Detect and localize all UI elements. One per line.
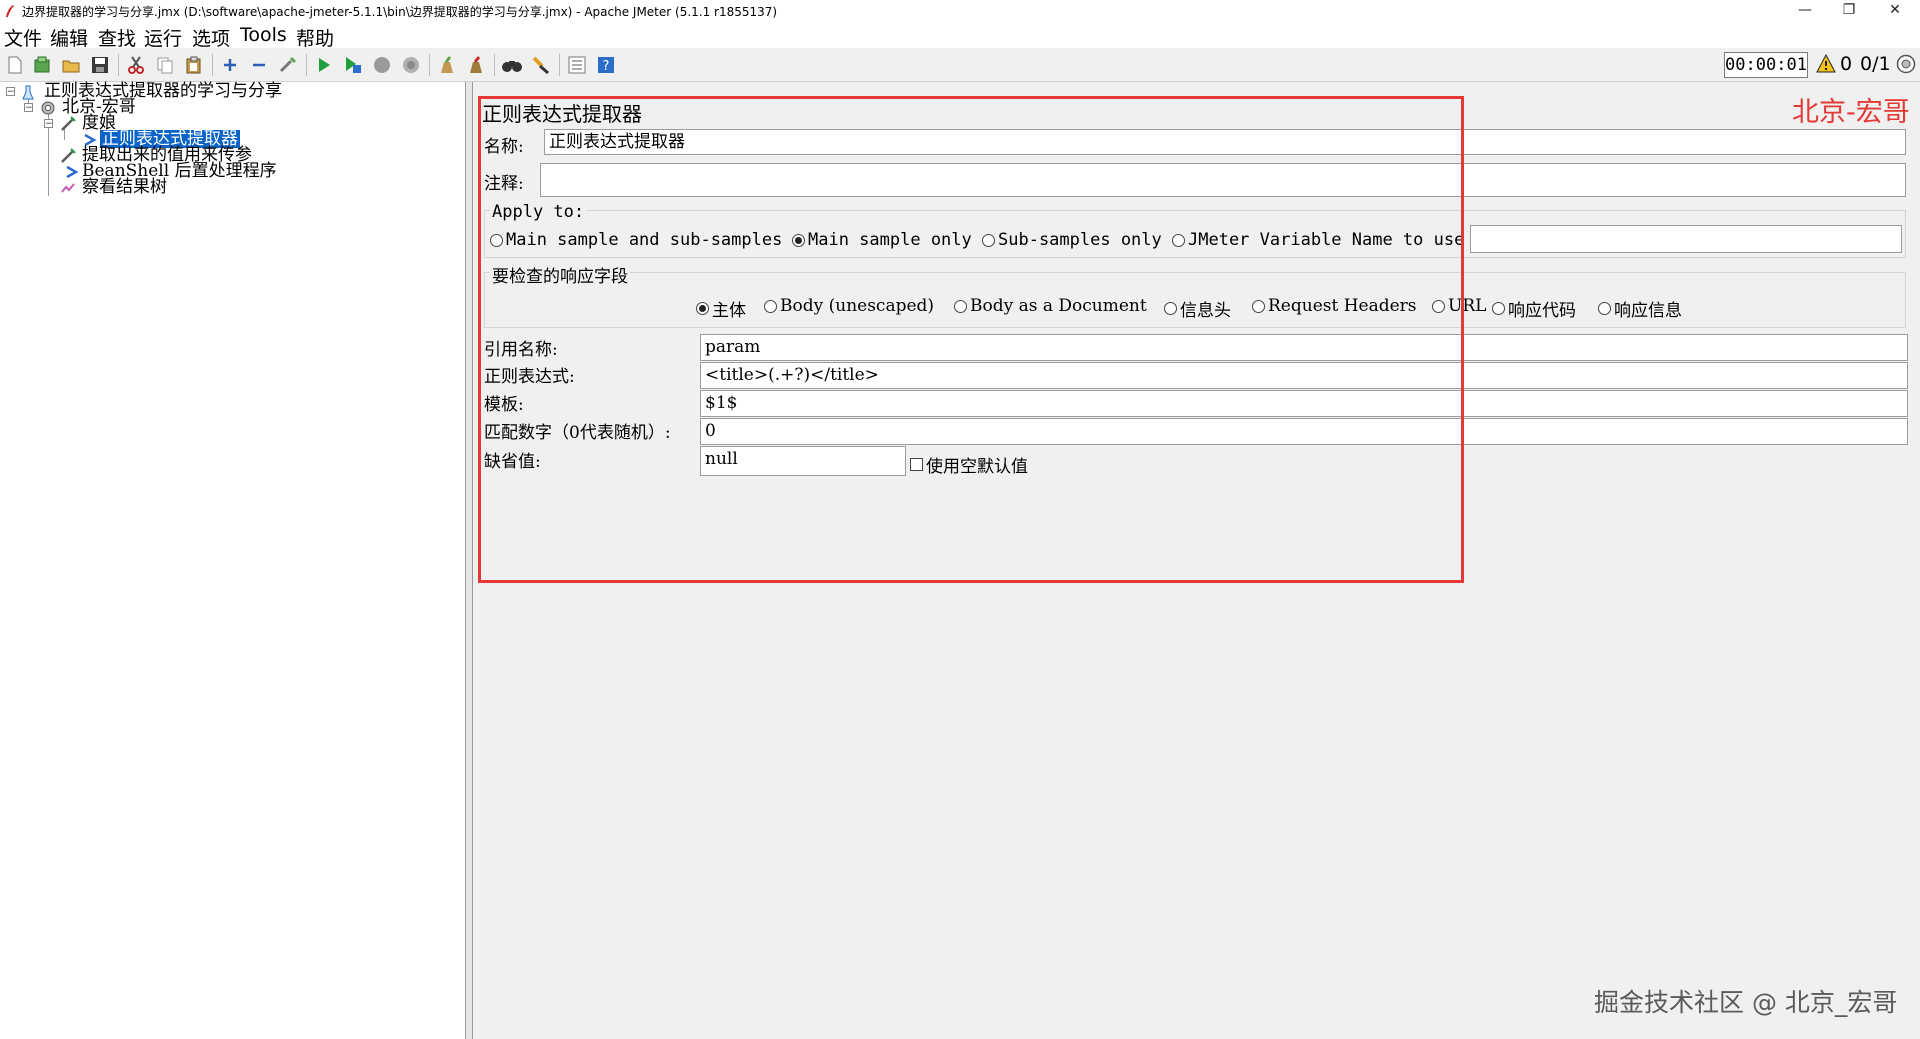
toggle-icon[interactable] <box>277 54 299 76</box>
highlight-annotation-box <box>478 96 1464 583</box>
listener-chart-icon <box>60 180 76 196</box>
templates-icon[interactable] <box>31 54 53 76</box>
http-sampler-pen-icon <box>60 148 76 164</box>
author-watermark-top: 北京-宏哥 <box>1792 97 1910 128</box>
function-helper-icon[interactable] <box>566 54 588 76</box>
menu-edit[interactable]: 编辑 <box>50 24 88 51</box>
start-icon[interactable] <box>313 54 335 76</box>
tree-expander[interactable]: − <box>44 119 53 129</box>
jmeter-variable-input[interactable] <box>1470 225 1902 253</box>
http-sampler-pen-icon <box>60 116 76 132</box>
jmeter-feather-icon <box>4 3 16 17</box>
remote-status-icon <box>1896 54 1916 74</box>
clear-all-icon[interactable] <box>465 54 487 76</box>
search-binoculars-icon[interactable] <box>501 54 523 76</box>
menu-search[interactable]: 查找 <box>98 24 136 51</box>
menu-bar <box>0 22 1920 48</box>
post-processor-arrow-icon <box>64 164 80 180</box>
field-response-message[interactable]: 响应信息 <box>1598 296 1682 321</box>
start-no-pauses-icon[interactable] <box>342 54 364 76</box>
close-button[interactable]: ✕ <box>1872 0 1918 22</box>
window-title: 边界提取器的学习与分享.jmx (D:\software\apache-jmet… <box>22 5 778 19</box>
test-plan-tree <box>0 82 466 1039</box>
copy-icon[interactable] <box>154 54 176 76</box>
svg-text:?: ? <box>603 59 610 74</box>
thread-count: 0/1 <box>1860 53 1891 75</box>
toolbar-separator <box>212 54 213 76</box>
toolbar-separator <box>494 54 495 76</box>
tree-item-view-results-tree[interactable]: 察看结果树 <box>82 178 167 196</box>
warning-count: 0 <box>1840 53 1853 75</box>
toolbar-separator <box>429 54 430 76</box>
menu-options[interactable]: 选项 <box>192 24 230 51</box>
toolbar-separator <box>306 54 307 76</box>
elapsed-timer: 00:00:01 <box>1724 52 1808 78</box>
help-icon[interactable]: ? <box>595 54 617 76</box>
shutdown-icon[interactable] <box>400 54 422 76</box>
toolbar-separator <box>118 54 119 76</box>
field-response-code[interactable]: 响应代码 <box>1492 296 1576 321</box>
expand-all-icon[interactable] <box>219 54 241 76</box>
menu-tools[interactable]: Tools <box>240 24 287 46</box>
menu-run[interactable]: 运行 <box>144 24 182 51</box>
minimize-button[interactable]: — <box>1782 0 1828 22</box>
warning-icon[interactable] <box>1816 53 1836 74</box>
restore-button[interactable]: ❐ <box>1826 0 1872 22</box>
tree-expander[interactable]: − <box>24 103 33 113</box>
toolbar-separator <box>559 54 560 76</box>
radio-button[interactable] <box>1492 302 1505 315</box>
clear-icon[interactable] <box>436 54 458 76</box>
new-icon[interactable] <box>4 54 26 76</box>
tree-expander[interactable]: − <box>6 87 15 97</box>
save-icon[interactable] <box>89 54 111 76</box>
reset-search-icon[interactable] <box>530 54 552 76</box>
collapse-all-icon[interactable] <box>248 54 270 76</box>
radio-button[interactable] <box>1598 302 1611 315</box>
open-icon[interactable] <box>60 54 82 76</box>
menu-file[interactable]: 文件 <box>4 24 42 51</box>
cut-icon[interactable] <box>125 54 147 76</box>
field-response-code-label: 响应代码 <box>1508 301 1576 321</box>
author-watermark-bottom: 掘金技术社区 @ 北京_宏哥 <box>1594 988 1898 1017</box>
test-plan-icon <box>20 84 36 100</box>
stop-icon[interactable] <box>371 54 393 76</box>
menu-help[interactable]: 帮助 <box>296 24 334 51</box>
field-response-message-label: 响应信息 <box>1614 301 1682 321</box>
paste-icon[interactable] <box>183 54 205 76</box>
thread-group-gear-icon <box>40 100 56 116</box>
